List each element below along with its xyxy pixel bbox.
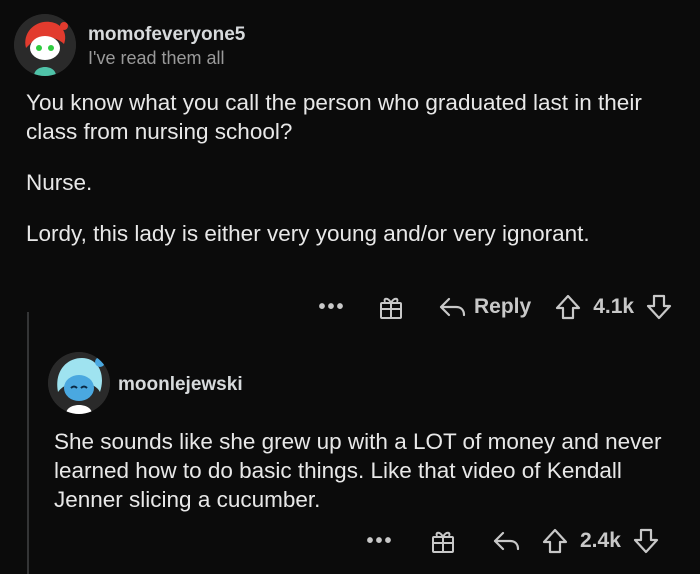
award-button[interactable]	[430, 528, 456, 554]
snoo-avatar-icon	[14, 14, 76, 76]
username[interactable]: moonlejewski	[118, 374, 243, 396]
comment-body: You know what you call the person who gr…	[26, 88, 676, 248]
comment-body: She sounds like she grew up with a LOT o…	[54, 427, 674, 514]
upvote-icon	[542, 528, 568, 554]
username[interactable]: momofeveryone5	[88, 24, 245, 46]
comment-actions: ••• 2.4k	[360, 526, 659, 556]
more-options-button[interactable]: •••	[312, 296, 352, 318]
thread-line[interactable]	[27, 312, 29, 574]
award-icon	[432, 531, 454, 553]
more-icon: •••	[366, 530, 394, 552]
award-icon	[380, 297, 402, 319]
more-icon: •••	[318, 296, 346, 318]
reply-icon	[439, 297, 466, 317]
downvote-icon	[633, 528, 658, 554]
award-button[interactable]	[378, 294, 404, 320]
reply-button[interactable]: Reply	[438, 295, 531, 319]
more-options-button[interactable]: •••	[360, 530, 400, 552]
comment-paragraph: Lordy, this lady is either very young an…	[26, 221, 590, 246]
upvote-icon	[556, 294, 581, 320]
avatar[interactable]	[48, 352, 110, 414]
comment-actions: ••• Reply 4.1k	[312, 292, 672, 322]
upvote-button[interactable]	[542, 527, 568, 555]
upvote-button[interactable]	[555, 293, 581, 321]
reply-button[interactable]	[492, 529, 520, 553]
comment-paragraph: She sounds like she grew up with a LOT o…	[54, 429, 662, 512]
avatar[interactable]	[14, 14, 76, 76]
vote-count: 4.1k	[593, 295, 635, 318]
downvote-button[interactable]	[646, 293, 672, 321]
comment-paragraph: Nurse.	[26, 170, 93, 195]
downvote-icon	[646, 294, 672, 320]
vote-count: 2.4k	[580, 529, 621, 552]
comment-paragraph: You know what you call the person who gr…	[26, 90, 642, 144]
downvote-button[interactable]	[633, 527, 659, 555]
reply-label: Reply	[474, 295, 532, 318]
reply-icon	[493, 531, 520, 551]
snoo-avatar-icon	[48, 352, 110, 414]
user-flair: I've read them all	[88, 48, 225, 68]
